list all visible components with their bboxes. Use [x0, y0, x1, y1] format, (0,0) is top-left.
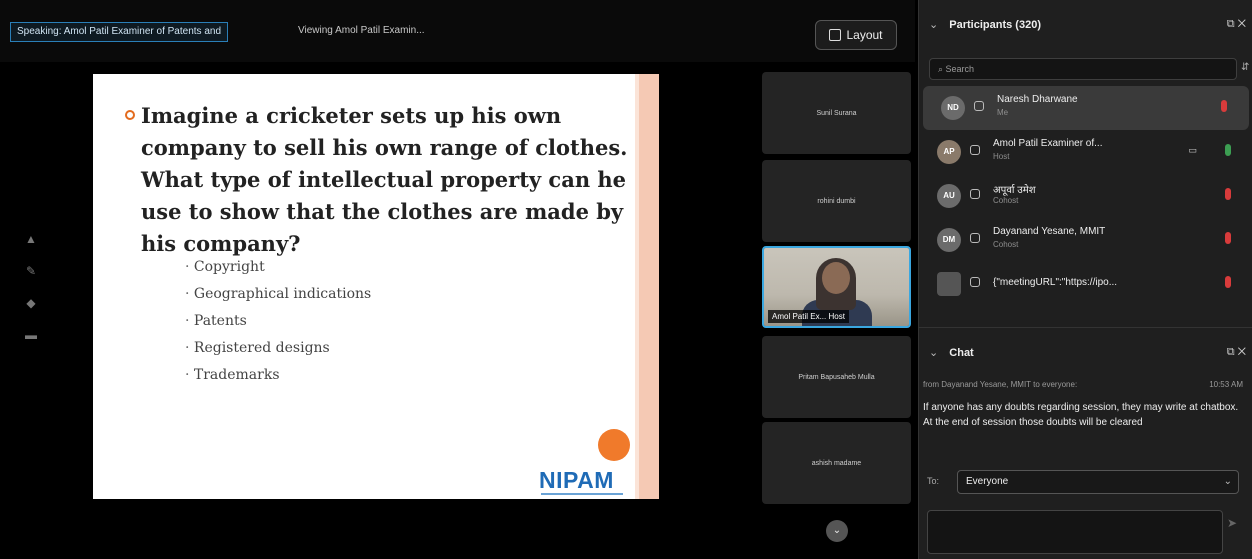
chevron-down-icon: ⌄: [929, 347, 939, 359]
participant-row[interactable]: ND Naresh Dharwane Me: [923, 86, 1249, 130]
send-icon[interactable]: ➤: [1227, 516, 1237, 530]
mic-on-icon[interactable]: [1225, 144, 1231, 156]
pen-icon[interactable]: ✎: [22, 264, 40, 282]
video-tile-active-speaker[interactable]: Amol Patil Ex... Host: [762, 246, 911, 328]
participant-role: Cohost: [993, 196, 1019, 205]
chevron-down-icon: ⌄: [929, 19, 939, 31]
participant-role: Cohost: [993, 240, 1019, 249]
side-panel: ⌄ Participants (320) ⧉ ✕ ⌕ Search ⇵ ND N…: [918, 0, 1252, 559]
option-item: Patents: [185, 308, 371, 335]
camera-feed-person: [822, 262, 850, 294]
popout-icon[interactable]: ⧉: [1227, 18, 1235, 30]
shared-slide: Imagine a cricketer sets up his own comp…: [93, 74, 659, 499]
status-icon: [970, 277, 980, 287]
mic-muted-icon[interactable]: [1225, 276, 1231, 288]
tile-name: Sunil Surana: [816, 109, 857, 117]
chevron-down-icon: ⌄: [1223, 476, 1232, 487]
slide-number-badge: [598, 429, 630, 461]
option-item: Copyright: [185, 254, 371, 281]
participant-name: Amol Patil Examiner of...: [993, 138, 1103, 149]
viewing-indicator: Viewing Amol Patil Examin...: [298, 25, 425, 36]
avatar: ND: [941, 96, 965, 120]
participant-role: Host: [993, 152, 1010, 161]
status-icon: [970, 233, 980, 243]
meeting-topbar: Speaking: Amol Patil Examiner of Patents…: [0, 0, 915, 62]
slide-decoration-stripe: [639, 74, 659, 499]
layout-button[interactable]: Layout: [815, 20, 897, 50]
chevron-down-icon[interactable]: ⌄: [826, 520, 848, 542]
stamp-icon[interactable]: ◆: [22, 296, 40, 314]
answer-options: Copyright Geographical indications Paten…: [185, 254, 371, 389]
participant-name: Naresh Dharwane: [997, 94, 1078, 105]
search-icon: ⌕: [938, 64, 946, 74]
participant-list: ND Naresh Dharwane Me AP Amol Patil Exam…: [919, 86, 1252, 306]
participant-search-input[interactable]: ⌕ Search: [929, 58, 1237, 80]
chat-recipient-select[interactable]: Everyone ⌄: [957, 470, 1239, 494]
bullet-icon: [125, 110, 135, 120]
tile-name: Amol Patil Ex...: [772, 312, 827, 321]
chat-message: If anyone has any doubts regarding sessi…: [923, 402, 1239, 428]
tile-name: Pritam Bapusaheb Mulla: [798, 373, 875, 381]
avatar: DM: [937, 228, 961, 252]
chat-message-meta: from Dayanand Yesane, MMIT to everyone: …: [923, 380, 1243, 389]
participant-name: अपूर्वा उमेश: [993, 185, 1036, 196]
chat-time: 10:53 AM: [1209, 380, 1243, 389]
chat-actions: ⧉ ✕: [1227, 346, 1246, 359]
participants-header[interactable]: ⌄ Participants (320): [929, 18, 1041, 31]
avatar: AP: [937, 140, 961, 164]
option-item: Geographical indications: [185, 281, 371, 308]
search-placeholder: Search: [945, 64, 975, 74]
chat-input[interactable]: [927, 510, 1223, 554]
participant-row[interactable]: AU अपूर्वा उमेश Cohost: [919, 174, 1252, 218]
layout-icon: [829, 29, 842, 41]
tile-name-bar: Amol Patil Ex... Host: [768, 310, 849, 323]
slide-question: Imagine a cricketer sets up his own comp…: [125, 100, 641, 260]
divider: [919, 327, 1252, 328]
tile-name: ashish madame: [811, 459, 862, 467]
chat-header[interactable]: ⌄ Chat: [929, 346, 974, 359]
logo-underline: [541, 493, 623, 495]
annotation-toolbar: ▲ ✎ ◆ ▬: [22, 232, 40, 360]
participant-role: Me: [997, 108, 1009, 117]
option-item: Registered designs: [185, 335, 371, 362]
recipient-value: Everyone: [966, 476, 1009, 487]
participant-row[interactable]: DM Dayanand Yesane, MMIT Cohost: [919, 218, 1252, 262]
tile-name: rohini dumbi: [817, 197, 856, 205]
participant-name: Dayanand Yesane, MMIT: [993, 226, 1106, 237]
status-icon: [974, 101, 984, 111]
pointer-icon[interactable]: ▲: [22, 232, 40, 250]
popout-icon[interactable]: ⧉: [1227, 346, 1235, 358]
nipam-logo: NIPAM: [539, 467, 614, 493]
question-text: Imagine a cricketer sets up his own comp…: [141, 103, 628, 256]
participant-name: {"meetingURL":"https://ipo...: [993, 277, 1118, 288]
status-icon: [970, 145, 980, 155]
option-item: Trademarks: [185, 362, 371, 389]
video-tile[interactable]: rohini dumbi: [762, 160, 911, 242]
participants-title: Participants (320): [949, 19, 1041, 31]
video-tile[interactable]: ashish madame: [762, 422, 911, 504]
mic-muted-icon[interactable]: [1221, 100, 1227, 112]
guest-avatar-icon: [937, 272, 961, 296]
close-icon[interactable]: ✕: [1238, 18, 1246, 30]
participant-row[interactable]: {"meetingURL":"https://ipo...: [919, 262, 1252, 306]
avatar: AU: [937, 184, 961, 208]
chat-sender: from Dayanand Yesane, MMIT to everyone:: [923, 380, 1078, 389]
mic-muted-icon[interactable]: [1225, 232, 1231, 244]
participant-row[interactable]: AP Amol Patil Examiner of... Host ▭: [919, 130, 1252, 174]
mic-muted-icon[interactable]: [1225, 188, 1231, 200]
chat-to-label: To:: [927, 476, 940, 486]
close-icon[interactable]: ✕: [1238, 346, 1246, 358]
participants-actions: ⧉ ✕: [1227, 18, 1246, 31]
chat-title: Chat: [949, 347, 974, 359]
camera-icon[interactable]: ▭: [1188, 145, 1197, 156]
status-icon: [970, 189, 980, 199]
video-tile[interactable]: Pritam Bapusaheb Mulla: [762, 336, 911, 418]
video-tile[interactable]: Sunil Surana: [762, 72, 911, 154]
sort-icon[interactable]: ⇵: [1241, 62, 1249, 73]
speaking-indicator: Speaking: Amol Patil Examiner of Patents…: [10, 22, 229, 42]
host-badge: Host: [828, 312, 845, 321]
eraser-icon[interactable]: ▬: [22, 328, 40, 346]
layout-label: Layout: [846, 28, 883, 42]
